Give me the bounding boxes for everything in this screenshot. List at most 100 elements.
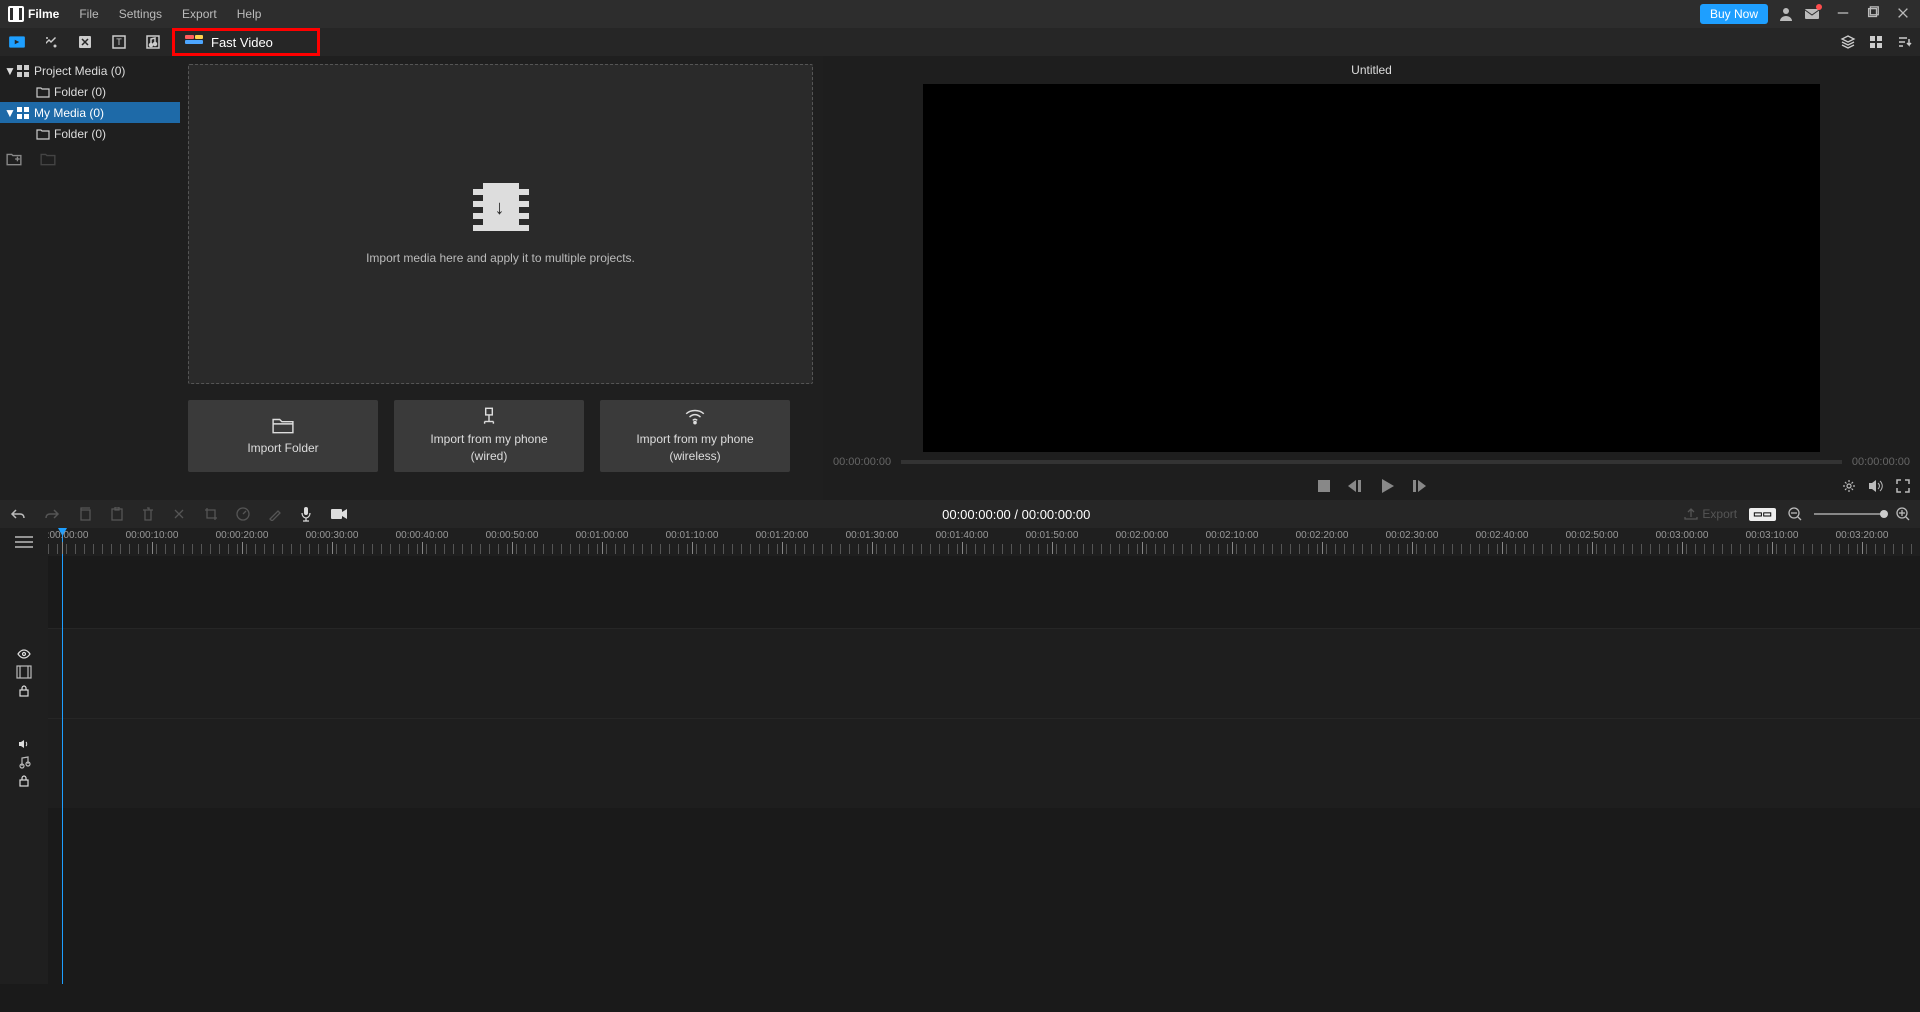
preview-progress: 00:00:00:00 00:00:00:00 <box>823 452 1920 472</box>
fast-video-button[interactable]: Fast Video <box>172 28 320 56</box>
menu-export[interactable]: Export <box>174 3 225 25</box>
timeline-ruler-row: 00:00:00:0000:00:10:0000:00:20:0000:00:3… <box>0 528 1920 556</box>
import-buttons-row: Import Folder Import from my phone (wire… <box>188 400 813 472</box>
ruler-label: 00:00:20:00 <box>216 530 269 541</box>
delete-folder-icon <box>40 152 56 166</box>
delete-icon <box>142 507 154 521</box>
crop-icon <box>204 507 218 521</box>
app-logo: Filme <box>8 6 59 22</box>
video-track-row[interactable] <box>48 628 1920 718</box>
menu-help[interactable]: Help <box>229 3 270 25</box>
import-folder-button[interactable]: Import Folder <box>188 400 378 472</box>
timeline-view-toggle[interactable]: ▭▭ <box>1749 508 1776 521</box>
close-icon[interactable] <box>1896 6 1912 22</box>
transitions-tab-icon[interactable] <box>68 28 102 56</box>
grid-icon <box>16 107 30 119</box>
ruler-label: 00:01:10:00 <box>666 530 719 541</box>
copy-icon <box>78 507 92 521</box>
zoom-out-icon[interactable] <box>1788 507 1802 521</box>
sort-icon[interactable] <box>1896 28 1912 56</box>
tree-actions <box>0 144 180 174</box>
ruler-label: 00:02:10:00 <box>1206 530 1259 541</box>
menu-settings[interactable]: Settings <box>111 3 170 25</box>
layers-icon[interactable] <box>1840 28 1856 56</box>
quick-export-button: Export <box>1684 507 1737 521</box>
paste-icon <box>110 507 124 521</box>
play-icon[interactable] <box>1380 479 1394 493</box>
audio-track-header[interactable] <box>0 718 48 808</box>
import-phone-wireless-button[interactable]: Import from my phone (wireless) <box>600 400 790 472</box>
import-phone-wired-button[interactable]: Import from my phone (wired) <box>394 400 584 472</box>
media-tree: ▼ Project Media (0) Folder (0) ▼ My Medi… <box>0 56 180 500</box>
undo-icon[interactable] <box>10 507 26 521</box>
next-frame-icon[interactable] <box>1412 480 1426 492</box>
import-dropzone[interactable]: ↓ Import media here and apply it to mult… <box>188 64 813 384</box>
import-wired-sub: (wired) <box>471 448 508 465</box>
preview-seekbar[interactable] <box>901 460 1842 464</box>
import-wireless-label: Import from my phone <box>636 431 753 448</box>
user-icon[interactable] <box>1778 6 1794 22</box>
fast-video-icon <box>185 35 203 49</box>
logo-icon <box>8 6 24 22</box>
lock-icon[interactable] <box>19 685 29 697</box>
video-track-header[interactable] <box>0 628 48 718</box>
video-canvas[interactable] <box>923 84 1820 452</box>
svg-text:T: T <box>116 37 122 47</box>
menubar: File Settings Export Help <box>71 3 269 25</box>
timeline-ruler[interactable]: 00:00:00:0000:00:10:0000:00:20:0000:00:3… <box>48 528 1920 556</box>
grid-view-icon[interactable] <box>1868 28 1884 56</box>
tree-project-folder[interactable]: Folder (0) <box>0 81 180 102</box>
video-track-icon <box>16 665 32 679</box>
import-wired-label: Import from my phone <box>430 431 547 448</box>
track-row-spacer <box>48 556 1920 628</box>
menu-file[interactable]: File <box>71 3 106 25</box>
dropzone-hint: Import media here and apply it to multip… <box>366 251 635 265</box>
timeline-menu-icon[interactable] <box>0 528 48 556</box>
lock-icon[interactable] <box>19 775 29 787</box>
maximize-icon[interactable] <box>1866 6 1882 22</box>
redo-icon <box>44 507 60 521</box>
speaker-icon[interactable] <box>18 739 30 749</box>
webcam-icon[interactable] <box>330 508 348 520</box>
zoom-in-icon[interactable] <box>1896 507 1910 521</box>
wifi-icon <box>684 407 706 425</box>
tree-my-folder[interactable]: Folder (0) <box>0 123 180 144</box>
audio-track-row[interactable] <box>48 718 1920 808</box>
timeline-tracks <box>0 556 1920 984</box>
folder-icon <box>36 128 50 140</box>
ruler-label: 00:01:00:00 <box>576 530 629 541</box>
stop-icon[interactable] <box>1318 480 1330 492</box>
film-import-icon: ↓ <box>473 183 529 231</box>
mail-icon[interactable] <box>1804 6 1820 22</box>
audio-track-icon <box>17 755 31 769</box>
media-panel: ▼ Project Media (0) Folder (0) ▼ My Medi… <box>0 56 823 500</box>
ruler-label: 00:00:40:00 <box>396 530 449 541</box>
text-tab-icon[interactable]: T <box>102 28 136 56</box>
tree-label: Project Media (0) <box>34 64 125 78</box>
ruler-label: 00:02:00:00 <box>1116 530 1169 541</box>
add-folder-icon[interactable] <box>6 152 22 166</box>
playhead-line[interactable] <box>62 556 63 984</box>
fast-video-label: Fast Video <box>211 35 273 50</box>
ruler-label: 00:03:00:00 <box>1656 530 1709 541</box>
effects-tab-icon[interactable] <box>34 28 68 56</box>
preview-controls <box>823 472 1920 500</box>
minimize-icon[interactable] <box>1836 6 1852 22</box>
buy-now-button[interactable]: Buy Now <box>1700 4 1768 24</box>
eye-icon[interactable] <box>17 649 31 659</box>
import-wireless-sub: (wireless) <box>669 448 720 465</box>
media-tab-icon[interactable] <box>0 28 34 56</box>
tree-my-media[interactable]: ▼ My Media (0) <box>0 102 180 123</box>
ruler-label: 00:00:00:00 <box>48 530 88 541</box>
tree-project-media[interactable]: ▼ Project Media (0) <box>0 60 180 81</box>
zoom-slider[interactable] <box>1814 513 1884 515</box>
audio-tab-icon[interactable] <box>136 28 170 56</box>
prev-frame-icon[interactable] <box>1348 480 1362 492</box>
volume-icon[interactable] <box>1868 479 1884 493</box>
speed-icon <box>236 507 250 521</box>
ruler-label: 00:03:20:00 <box>1836 530 1889 541</box>
microphone-icon[interactable] <box>300 506 312 522</box>
settings-icon[interactable] <box>1842 479 1856 493</box>
track-body[interactable] <box>48 556 1920 984</box>
fullscreen-icon[interactable] <box>1896 479 1910 493</box>
